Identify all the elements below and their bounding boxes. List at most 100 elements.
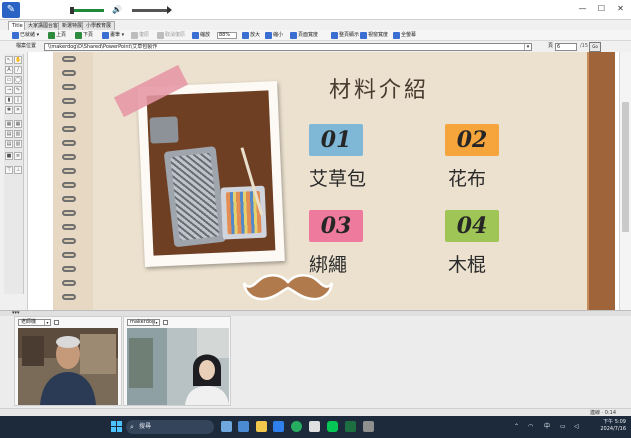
ring-icon <box>62 140 76 146</box>
tree-icon[interactable]: ⊥ <box>14 166 22 174</box>
search-icon: ⌕ <box>130 423 134 431</box>
vertical-scrollbar[interactable] <box>619 52 631 310</box>
video-source-select[interactable]: makerdog ▾ <box>127 319 160 326</box>
toolbar-label: 放大 <box>250 32 261 38</box>
redo-button[interactable]: 取消復原 <box>157 31 185 40</box>
tray-language[interactable]: 中 <box>544 420 550 434</box>
ellipse-icon[interactable]: ◯ <box>14 76 22 84</box>
layout-icon[interactable]: ▤ <box>5 130 13 138</box>
line-icon[interactable]: / <box>14 66 22 74</box>
fit-width-icon <box>290 32 297 39</box>
undo-button[interactable]: 復原 <box>131 31 149 40</box>
prev-page-icon <box>48 32 55 39</box>
color-icon[interactable]: ■ <box>5 152 13 160</box>
video-source-select[interactable]: 老師機 ▾ <box>18 319 51 326</box>
prev-page-button[interactable]: 上頁 <box>48 31 66 40</box>
item-badge-03: 03 <box>308 208 364 244</box>
edge-icon[interactable] <box>273 421 284 432</box>
chrome-icon[interactable] <box>291 421 302 432</box>
stamp-icon[interactable]: ✱ <box>5 106 13 114</box>
zoom-icon <box>192 32 199 39</box>
maximize-icon[interactable]: ☐ <box>596 3 607 15</box>
tab-4[interactable]: 小學教育展 <box>82 21 116 30</box>
undo-icon <box>131 32 138 39</box>
store-icon[interactable] <box>309 421 320 432</box>
address-label: 檔案位置 <box>16 43 37 49</box>
page-label: 頁 <box>548 43 554 49</box>
fit-page-button[interactable]: 整頁顯示 <box>331 31 359 40</box>
zoom-button[interactable]: 縮放 <box>192 31 210 40</box>
item-label-04: 木棍 <box>448 254 487 276</box>
wifi-icon[interactable]: ◠ <box>528 420 533 434</box>
tab-2[interactable]: 大家講國台客 <box>24 21 63 30</box>
pen-menu-button[interactable]: 畫筆 ▾ <box>102 31 124 40</box>
go-button[interactable]: Go <box>589 42 601 52</box>
grid-icon[interactable]: ▦ <box>5 120 13 128</box>
zoom-in-button[interactable]: 放大 <box>242 31 260 40</box>
video-feed-1 <box>18 328 118 405</box>
tool-palette: ↖ ✋ A / ▭ ◯ → ✎ ▮ ▯ ✱ ✕ ▦ ▦ ▤ ▥ ▤ ▥ ■ ≡ … <box>4 54 24 294</box>
page-number-field[interactable]: 6 <box>555 43 577 51</box>
video-panel: 老師機 ▾ makerdog ▾ <box>0 316 631 408</box>
toolbar-label: 全螢幕 <box>401 32 417 38</box>
volume-icon[interactable]: ◁ <box>574 420 579 434</box>
network-icon[interactable]: ▭ <box>560 420 566 434</box>
taskbar-search-box[interactable]: ⌕ 搜尋 <box>126 420 214 434</box>
window-width-button[interactable]: 視窗寬度 <box>360 31 388 40</box>
video-checkbox[interactable] <box>163 320 168 325</box>
ring-icon <box>62 266 76 272</box>
zoom-level-field[interactable]: 88% <box>217 32 237 39</box>
zoom-out-icon <box>265 32 272 39</box>
item-badge-01: 01 <box>308 122 364 158</box>
highlighter-icon[interactable]: ▮ <box>5 96 13 104</box>
windows-start-icon[interactable] <box>111 421 122 432</box>
notebook-cover <box>589 52 615 310</box>
next-page-button[interactable]: 下頁 <box>75 31 93 40</box>
item-label-03: 綁繩 <box>309 254 348 276</box>
speaker-volume-slider[interactable] <box>132 6 172 14</box>
mic-volume-slider[interactable] <box>42 7 104 14</box>
app-icon[interactable] <box>363 421 374 432</box>
arrow-icon[interactable]: → <box>5 86 13 94</box>
speaker-icon[interactable]: 🔊 <box>112 6 122 14</box>
text-icon[interactable]: A <box>5 66 13 74</box>
slide-canvas[interactable]: 材料介紹 01 艾草包 02 花布 03 綁繩 04 木棍 <box>27 52 619 310</box>
fit-width-button[interactable]: 頁面寬度 <box>290 31 318 40</box>
toolbar-status-button[interactable]: 已就緒 ▾ <box>12 31 39 40</box>
fullscreen-button[interactable]: 全螢幕 <box>393 31 416 40</box>
mic-volume-knob[interactable] <box>70 7 74 14</box>
grid-icon[interactable]: ▦ <box>14 120 22 128</box>
layout-icon[interactable]: ▥ <box>14 140 22 148</box>
minimize-icon[interactable]: — <box>577 3 588 15</box>
scrollbar-thumb[interactable] <box>622 102 629 232</box>
close-icon[interactable]: ✕ <box>615 3 626 15</box>
app-window: ✎ 🔊 — ☐ ✕ Title 大家講國台客 新選特展 小學教育展 已就緒 ▾ … <box>0 0 631 438</box>
hand-icon[interactable]: ✋ <box>14 56 22 64</box>
small-bag-image <box>149 116 179 144</box>
eraser-icon[interactable]: ▯ <box>14 96 22 104</box>
toolbar-label: 畫筆 <box>110 32 121 38</box>
video-tile-2: makerdog ▾ <box>123 316 231 406</box>
file-explorer-icon[interactable] <box>256 421 267 432</box>
tree-icon[interactable]: ⊤ <box>5 166 13 174</box>
video-checkbox[interactable] <box>54 320 59 325</box>
clear-icon[interactable]: ✕ <box>14 106 22 114</box>
rectangle-icon[interactable]: ▭ <box>5 76 13 84</box>
address-field[interactable]: \\makerdog\D\Shared\PowerPoint\艾草包製作 ▾ <box>44 43 532 51</box>
zoom-out-button[interactable]: 縮小 <box>265 31 283 40</box>
width-icon[interactable]: ≡ <box>14 152 22 160</box>
widgets-icon[interactable] <box>221 421 232 432</box>
chevron-down-icon[interactable]: ▾ <box>524 44 531 50</box>
pencil-icon[interactable]: ✎ <box>14 86 22 94</box>
line-app-icon[interactable] <box>327 421 338 432</box>
taskbar-clock[interactable]: 下午 5:09 2024/7/16 <box>598 419 626 433</box>
layout-icon[interactable]: ▤ <box>5 140 13 148</box>
pen-tool-button[interactable]: ✎ <box>2 2 20 18</box>
teams-icon[interactable] <box>238 421 249 432</box>
layout-icon[interactable]: ▥ <box>14 130 22 138</box>
tray-chevron-icon[interactable]: ⌃ <box>514 420 519 434</box>
select-icon[interactable]: ↖ <box>5 56 13 64</box>
toolbar-label: 縮放 <box>200 32 211 38</box>
toolbar-label: 整頁顯示 <box>339 32 360 38</box>
excel-icon[interactable] <box>345 421 356 432</box>
